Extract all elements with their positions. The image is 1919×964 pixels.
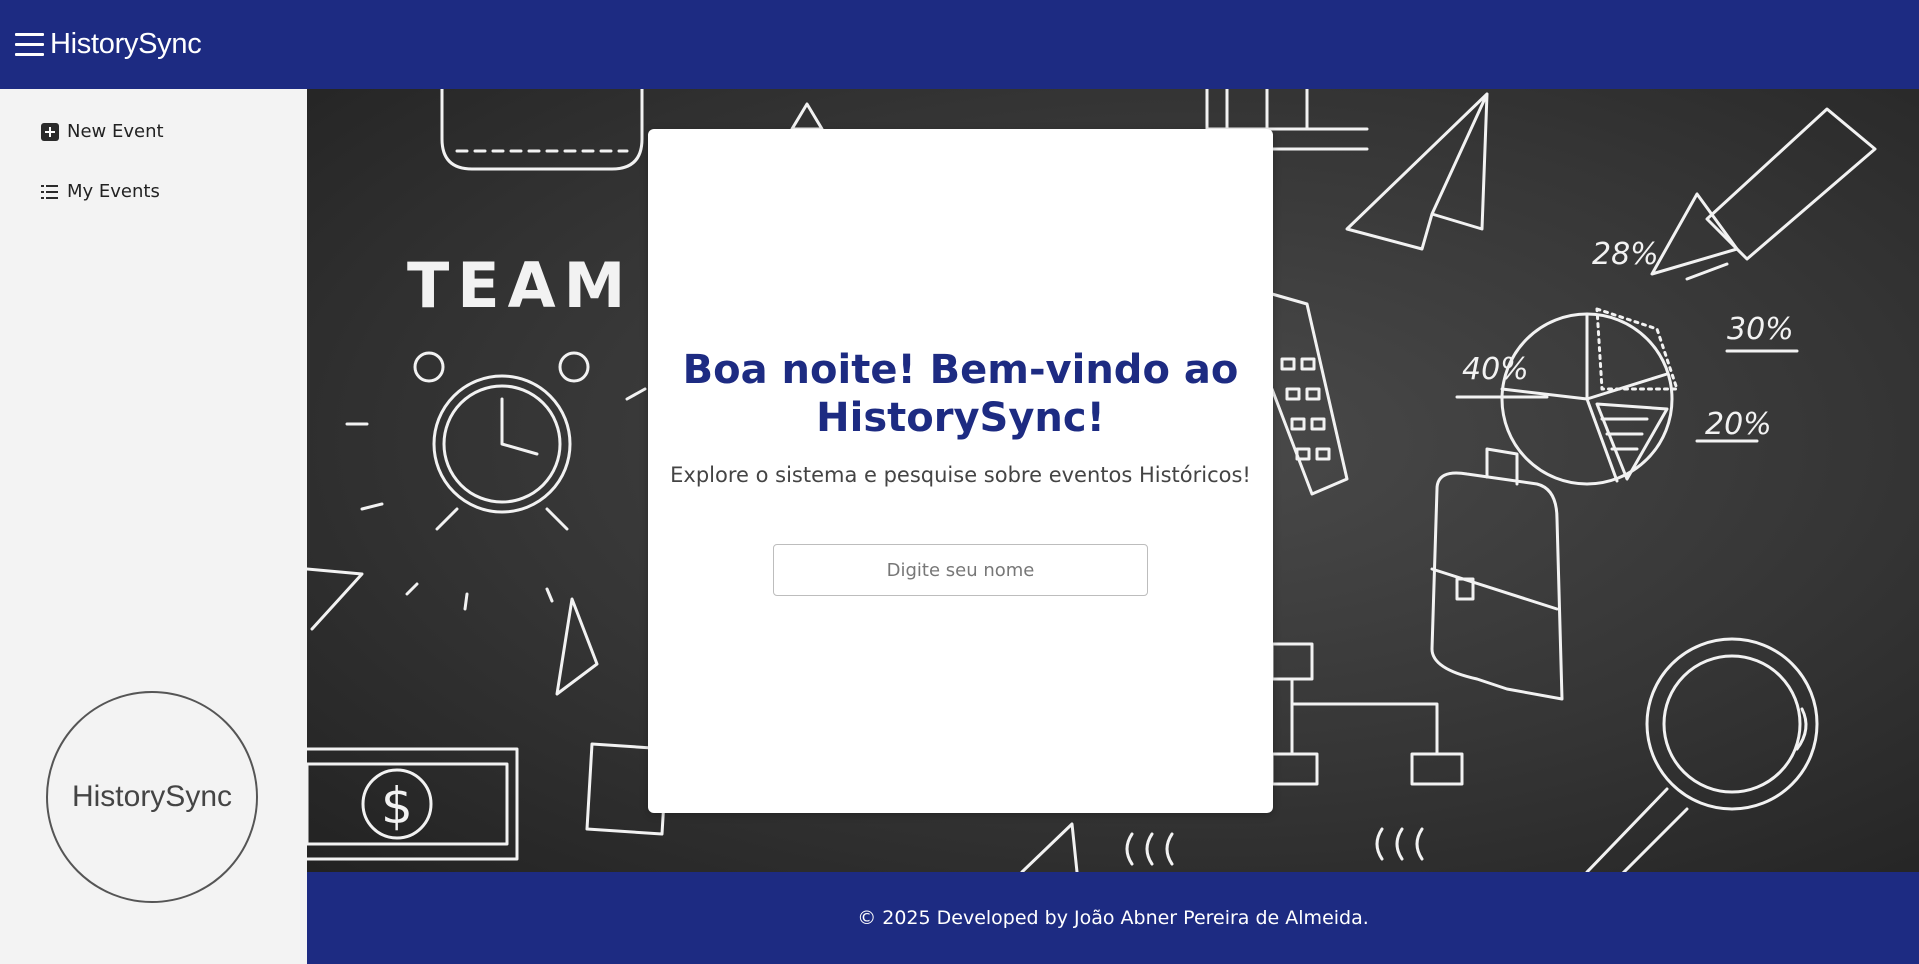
team-doodle-text: TEAM bbox=[407, 249, 633, 322]
historysync-logo: HistorySync bbox=[46, 691, 258, 903]
dash-doodle bbox=[345, 387, 647, 611]
welcome-subtitle: Explore o sistema e pesquise sobre event… bbox=[670, 463, 1251, 487]
pie-label-28: 28% bbox=[1592, 237, 1659, 272]
calculator-doodle bbox=[1270, 292, 1349, 496]
main-content: TEAM $ 28% 30% 40% 20% Boa noite! Bem-vi… bbox=[307, 89, 1919, 872]
sidebar-item-label: My Events bbox=[67, 181, 160, 202]
name-input[interactable] bbox=[773, 544, 1148, 596]
paper-plane-doodle bbox=[1345, 92, 1489, 251]
footer-copyright: © 2025 Developed by João Abner Pereira d… bbox=[857, 907, 1369, 929]
arrow-doodle bbox=[1650, 107, 1877, 281]
steam-doodle bbox=[1375, 827, 1424, 861]
logo-text: HistorySync bbox=[71, 780, 233, 813]
pie-label-20: 20% bbox=[1705, 407, 1772, 442]
triangle-doodle bbox=[555, 597, 599, 696]
magnifier-doodle bbox=[1585, 637, 1819, 872]
dollar-sign-doodle: $ bbox=[381, 777, 413, 835]
plus-square-icon bbox=[41, 122, 59, 141]
pie-label-30: 30% bbox=[1727, 312, 1794, 347]
hamburger-menu-icon[interactable] bbox=[15, 32, 44, 57]
triangle-doodle bbox=[307, 567, 364, 631]
list-icon bbox=[41, 184, 58, 199]
pie-label-40: 40% bbox=[1462, 352, 1529, 387]
footer: © 2025 Developed by João Abner Pereira d… bbox=[307, 872, 1919, 964]
dollar-bill-doodle: $ bbox=[307, 747, 519, 861]
bar-doodle bbox=[1205, 89, 1369, 131]
triangle-doodle bbox=[1020, 822, 1079, 872]
alarm-clock-doodle bbox=[413, 351, 590, 531]
sidebar-item-label: New Event bbox=[67, 121, 164, 142]
greeting-title: Boa noite! Bem-vindo ao HistorySync! bbox=[682, 347, 1239, 441]
speech-box-doodle bbox=[440, 89, 644, 171]
brand-title[interactable]: HistorySync bbox=[50, 28, 202, 61]
sidebar-item-new-event[interactable]: New Event bbox=[40, 121, 164, 142]
welcome-card: Boa noite! Bem-vindo ao HistorySync! Exp… bbox=[648, 129, 1273, 813]
hat-doodle bbox=[790, 102, 824, 131]
top-navbar: HistorySync bbox=[0, 0, 1919, 89]
briefcase-doodle bbox=[1430, 447, 1564, 701]
org-chart-doodle bbox=[1270, 642, 1464, 786]
pie-chart-doodle: 28% 30% 40% 20% bbox=[1455, 237, 1799, 486]
sidebar: New Event My Events HistorySync bbox=[0, 89, 307, 964]
sidebar-item-my-events[interactable]: My Events bbox=[40, 181, 160, 202]
steam-doodle bbox=[1125, 832, 1174, 866]
